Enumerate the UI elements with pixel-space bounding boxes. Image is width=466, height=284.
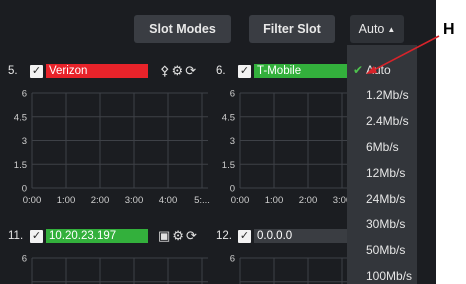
slot-number: 5. <box>8 65 18 77</box>
x-tick-label: 1:00 <box>265 195 284 206</box>
y-tick-label: 3 <box>230 136 235 147</box>
bandwidth-option-label: 12Mb/s <box>366 165 406 180</box>
x-tick-label: 2:00 <box>91 195 110 206</box>
bandwidth-option-label: 24Mb/s <box>366 191 406 206</box>
bandwidth-option[interactable]: 12Mb/s <box>347 160 417 185</box>
ethernet-icon[interactable]: ▣ <box>158 228 170 244</box>
y-tick-label: 6 <box>230 254 235 265</box>
bandwidth-option[interactable]: 6Mb/s <box>347 134 417 159</box>
bandwidth-option-label: 30Mb/s <box>366 217 406 232</box>
bandwidth-dropdown: ✔ Auto 1.2Mb/s 2.4Mb/s 6Mb/s 12Mb/s 24Mb/s 30Mb… <box>347 45 417 284</box>
throughput-chart: 6 <box>22 254 208 284</box>
x-tick-label: 3:00 <box>125 195 144 206</box>
slot-number: 12. <box>216 230 232 242</box>
bandwidth-option[interactable]: 1.2Mb/s <box>347 83 417 108</box>
carrier-label: T-Mobile <box>254 64 349 78</box>
refresh-icon[interactable]: ⟳ <box>186 228 197 244</box>
bandwidth-option[interactable]: 24Mb/s <box>347 186 417 211</box>
bandwidth-option-label: Auto <box>366 62 391 77</box>
signal-tower-icon[interactable]: ⚴ <box>160 63 170 79</box>
slot-number: 6. <box>216 65 226 77</box>
app-window: Slot Modes Filter Slot Auto ▲ 5. ✓ Veriz… <box>0 0 436 284</box>
throughput-chart: 6 <box>230 254 348 284</box>
y-tick-label: 6 <box>22 254 27 265</box>
bandwidth-option[interactable]: 30Mb/s <box>347 212 417 237</box>
x-tick-label: 5:... <box>194 195 210 206</box>
x-tick-label: 2:00 <box>299 195 318 206</box>
throughput-chart: 6 4.5 3 1.5 00:00 1:00 2:00 3:00 4:00 5:... <box>14 89 210 207</box>
bandwidth-option-label: 2.4Mb/s <box>366 114 409 129</box>
gear-icon[interactable]: ⚙ <box>172 63 184 79</box>
slot-checkbox[interactable]: ✓ <box>30 64 43 78</box>
bandwidth-option-label: 6Mb/s <box>366 139 399 154</box>
slot-modes-button[interactable]: Slot Modes <box>134 15 231 43</box>
bandwidth-select[interactable]: Auto ▲ <box>350 15 404 43</box>
bandwidth-option-label: 1.2Mb/s <box>366 88 409 103</box>
bandwidth-select-value: Auto <box>358 22 385 36</box>
x-tick-label: 1:00 <box>57 195 76 206</box>
throughput-chart: 6 4.5 3 1.5 00:00 1:00 2:00 3:00 <box>222 89 348 206</box>
y-tick-label: 0 <box>230 184 235 195</box>
bandwidth-option[interactable]: 50Mb/s <box>347 238 417 263</box>
bandwidth-option[interactable]: 100Mb/s <box>347 263 417 284</box>
y-tick-label: 0 <box>22 184 27 195</box>
slot-panel-6: 6. ✓ T-Mobile 6 4.5 3 1.5 00:00 1:00 2:00 3:00 <box>216 63 349 213</box>
bandwidth-option-label: 100Mb/s <box>366 268 413 283</box>
slot-number: 11. <box>8 230 24 242</box>
refresh-icon[interactable]: ⟳ <box>185 63 196 79</box>
x-tick-label: 0:00 <box>23 195 42 206</box>
x-tick-label: 0:00 <box>231 195 250 206</box>
slot-checkbox[interactable]: ✓ <box>30 229 43 243</box>
y-tick-label: 6 <box>22 89 27 100</box>
caret-up-icon: ▲ <box>387 24 396 34</box>
callout-label: H <box>443 21 455 38</box>
filter-slot-button[interactable]: Filter Slot <box>249 15 335 43</box>
bandwidth-option-label: 50Mb/s <box>366 243 406 258</box>
slot-checkbox[interactable]: ✓ <box>238 64 251 78</box>
carrier-label: 0.0.0.0 <box>254 229 349 243</box>
x-tick-label: 3:00 <box>333 195 348 206</box>
slot-panel-12: 12. ✓ 0.0.0.0 6 <box>216 228 349 284</box>
x-tick-label: 4:00 <box>159 195 178 206</box>
bandwidth-option[interactable]: ✔ Auto <box>347 57 417 82</box>
gear-icon[interactable]: ⚙ <box>172 228 184 244</box>
carrier-label: Verizon <box>46 64 148 78</box>
y-tick-label: 1.5 <box>222 160 235 171</box>
checkmark-icon: ✔ <box>353 62 364 77</box>
bandwidth-option[interactable]: 2.4Mb/s <box>347 109 417 134</box>
y-tick-label: 6 <box>230 89 235 100</box>
slot-panel-5: 5. ✓ Verizon ⚴ ⚙ ⟳ 6 4.5 3 1.5 0 0:00 1:00 2:00… <box>8 63 213 213</box>
slot-checkbox[interactable]: ✓ <box>238 229 251 243</box>
y-tick-label: 1.5 <box>14 160 27 171</box>
carrier-label: 10.20.23.197 <box>46 229 148 243</box>
slot-panel-11: 11. ✓ 10.20.23.197 ▣ ⚙ ⟳ 6 <box>8 228 213 284</box>
y-tick-label: 4.5 <box>222 112 235 123</box>
y-tick-label: 4.5 <box>14 112 27 123</box>
y-tick-label: 3 <box>22 136 27 147</box>
